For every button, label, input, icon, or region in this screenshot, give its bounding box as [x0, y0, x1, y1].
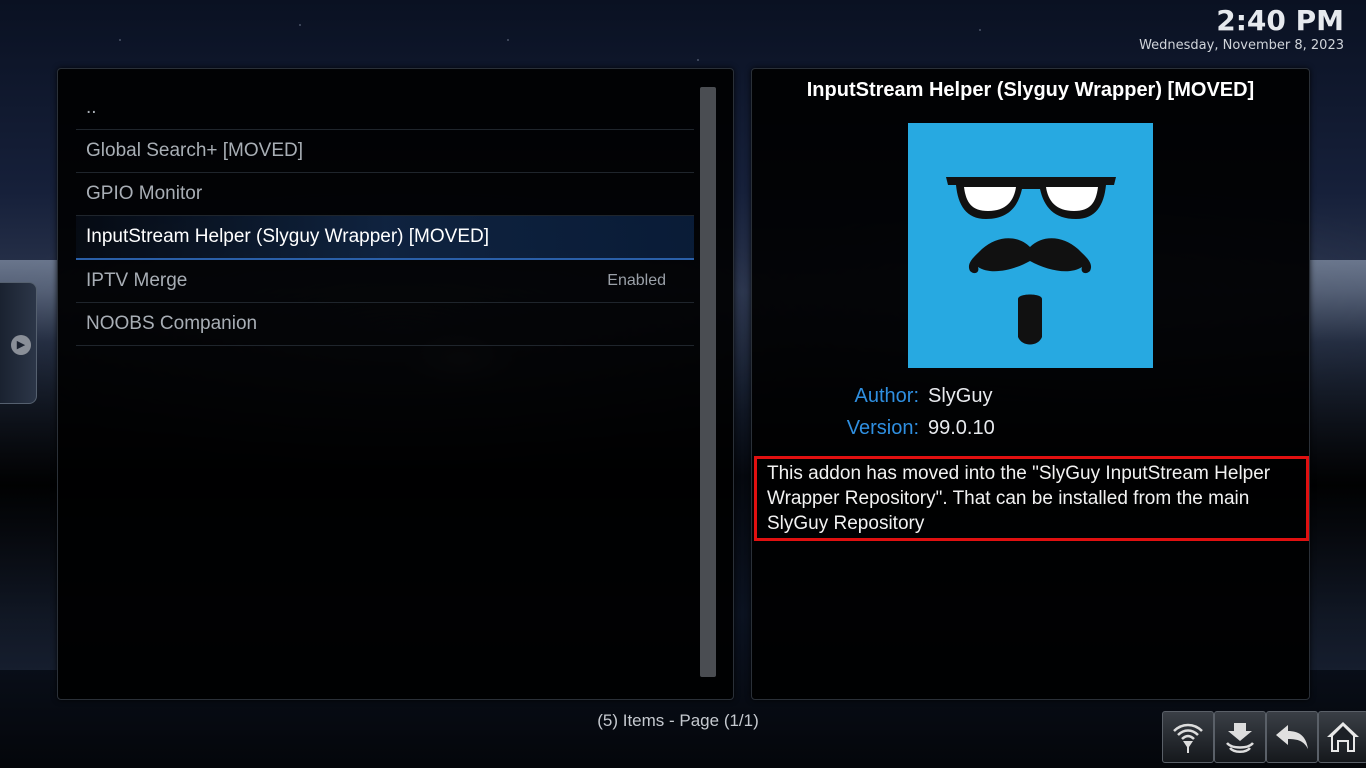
list-item-iptv-merge[interactable]: IPTV Merge Enabled — [76, 260, 694, 303]
list-item-gpio-monitor[interactable]: GPIO Monitor — [76, 173, 694, 216]
back-icon — [1276, 725, 1308, 749]
clock: 2:40 PM Wednesday, November 8, 2023 — [1139, 4, 1344, 54]
list-item-label: IPTV Merge — [86, 270, 188, 291]
list-item-noobs-companion[interactable]: NOOBS Companion — [76, 303, 694, 346]
addon-list-panel: .. Global Search+ [MOVED] GPIO Monitor I… — [57, 68, 734, 700]
clock-time: 2:40 PM — [1216, 4, 1344, 37]
list-item-label: Global Search+ [MOVED] — [86, 140, 304, 161]
back-button[interactable] — [1266, 711, 1318, 763]
author-row: Author: SlyGuy — [752, 385, 1309, 415]
list-item-status: Enabled — [607, 272, 666, 289]
signal-button[interactable] — [1162, 711, 1214, 763]
list-item-global-search[interactable]: Global Search+ [MOVED] — [76, 130, 694, 173]
version-value: 99.0.10 — [928, 417, 995, 439]
addon-info-panel: InputStream Helper (Slyguy Wrapper) [MOV… — [751, 68, 1310, 700]
item-count: (5) Items - Page (1/1) — [597, 711, 759, 730]
list-item-label: GPIO Monitor — [86, 183, 203, 204]
clock-date: Wednesday, November 8, 2023 — [1139, 38, 1344, 53]
list-item-parent[interactable]: .. — [76, 87, 694, 130]
list-item-label: .. — [86, 97, 97, 118]
signal-icon — [1173, 723, 1203, 753]
list-item-label: NOOBS Companion — [86, 313, 258, 334]
eject-button[interactable] — [1214, 711, 1266, 763]
chevron-right-icon: ▶ — [11, 335, 31, 355]
list-item-inputstream-helper[interactable]: InputStream Helper (Slyguy Wrapper) [MOV… — [76, 216, 694, 260]
version-row: Version: 99.0.10 — [752, 417, 1309, 447]
addon-title: InputStream Helper (Slyguy Wrapper) [MOV… — [806, 79, 1255, 101]
version-label: Version: — [846, 417, 919, 439]
home-button[interactable] — [1318, 711, 1366, 763]
list-item-label: InputStream Helper (Slyguy Wrapper) [MOV… — [86, 226, 490, 247]
home-icon — [1327, 722, 1359, 752]
addon-description: This addon has moved into the "SlyGuy In… — [754, 456, 1309, 541]
list-scrollbar[interactable] — [700, 87, 716, 677]
side-menu-tab[interactable]: ▶ — [0, 282, 37, 404]
addon-list: .. Global Search+ [MOVED] GPIO Monitor I… — [76, 87, 694, 346]
eject-icon — [1226, 723, 1254, 753]
slyguy-face-icon — [908, 123, 1153, 368]
author-label: Author: — [854, 385, 919, 407]
author-value: SlyGuy — [928, 385, 993, 407]
background-horizon-right — [1309, 260, 1366, 670]
